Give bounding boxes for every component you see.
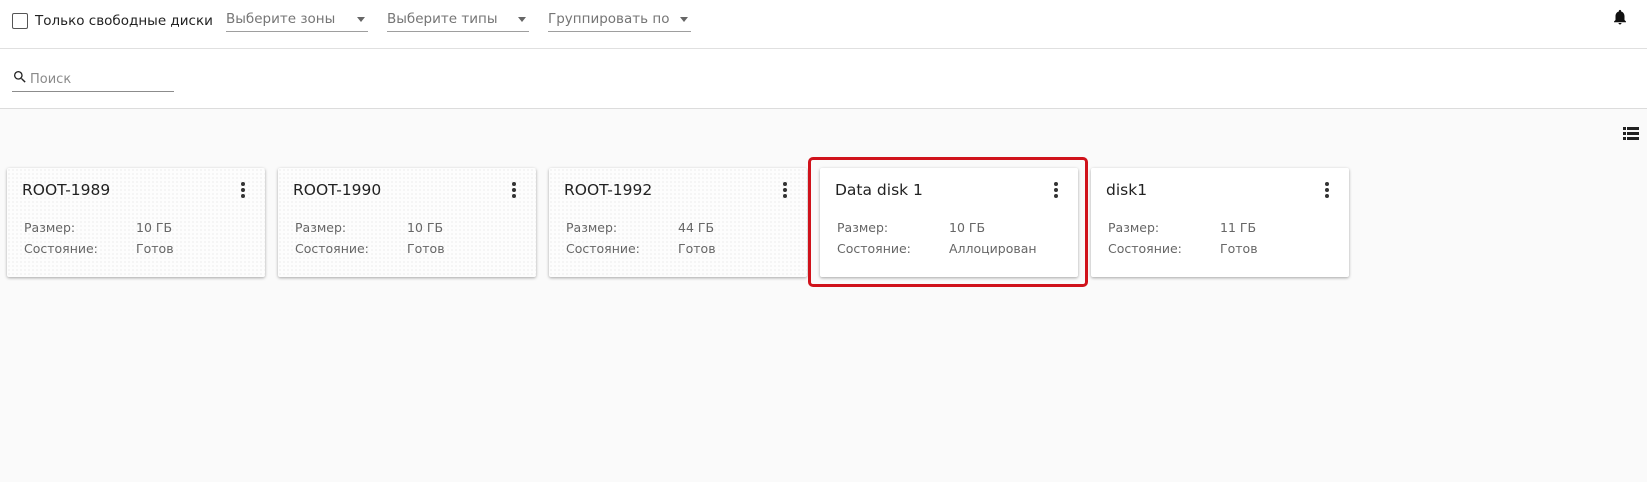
bell-icon[interactable] xyxy=(1611,7,1629,27)
state-label: Состояние: xyxy=(566,241,640,256)
more-vert-icon[interactable] xyxy=(775,180,795,200)
state-value: Готов xyxy=(678,241,716,256)
disk-card[interactable]: disk1 Размер: 11 ГБ Состояние: Готов xyxy=(1091,168,1349,277)
top-filter-bar: Только свободные диски Выберите зоны Выб… xyxy=(0,0,1647,49)
state-label: Состояние: xyxy=(24,241,98,256)
size-value: 10 ГБ xyxy=(407,220,444,235)
state-label: Состояние: xyxy=(1108,241,1182,256)
disk-name: ROOT-1989 xyxy=(22,181,111,199)
zones-select-placeholder: Выберите зоны xyxy=(226,11,336,27)
checkbox-box[interactable] xyxy=(12,13,28,29)
more-vert-icon[interactable] xyxy=(233,180,253,200)
size-value: 11 ГБ xyxy=(1220,220,1257,235)
search-field[interactable] xyxy=(12,68,174,92)
disk-name: ROOT-1992 xyxy=(564,181,653,199)
disk-name: disk1 xyxy=(1106,181,1148,199)
size-label: Размер: xyxy=(24,220,76,235)
more-vert-icon[interactable] xyxy=(504,180,524,200)
state-value: Готов xyxy=(1220,241,1258,256)
size-label: Размер: xyxy=(837,220,889,235)
state-label: Состояние: xyxy=(837,241,911,256)
disk-name: ROOT-1990 xyxy=(293,181,382,199)
search-input[interactable] xyxy=(30,68,170,90)
state-value: Готов xyxy=(407,241,445,256)
chevron-down-icon xyxy=(680,17,688,22)
size-label: Размер: xyxy=(295,220,347,235)
more-vert-icon[interactable] xyxy=(1317,180,1337,200)
disk-name: Data disk 1 xyxy=(835,181,923,199)
state-value: Аллоцирован xyxy=(949,241,1037,256)
size-label: Размер: xyxy=(566,220,618,235)
disk-card[interactable]: Data disk 1 Размер: 10 ГБ Состояние: Алл… xyxy=(820,168,1078,277)
chevron-down-icon xyxy=(357,17,365,22)
free-disks-label[interactable]: Только свободные диски xyxy=(35,13,213,29)
list-view-icon[interactable] xyxy=(1623,127,1639,140)
size-value: 44 ГБ xyxy=(678,220,715,235)
more-vert-icon[interactable] xyxy=(1046,180,1066,200)
zones-select[interactable]: Выберите зоны xyxy=(226,10,368,32)
chevron-down-icon xyxy=(518,17,526,22)
group-by-select-placeholder: Группировать по xyxy=(548,11,670,27)
types-select[interactable]: Выберите типы xyxy=(387,10,529,32)
size-value: 10 ГБ xyxy=(949,220,986,235)
types-select-placeholder: Выберите типы xyxy=(387,11,498,27)
free-disks-checkbox[interactable]: Только свободные диски xyxy=(12,13,213,29)
state-value: Готов xyxy=(136,241,174,256)
search-icon xyxy=(14,71,26,83)
disk-card[interactable]: ROOT-1990 Размер: 10 ГБ Состояние: Готов xyxy=(278,168,536,277)
state-label: Состояние: xyxy=(295,241,369,256)
size-value: 10 ГБ xyxy=(136,220,173,235)
group-by-select[interactable]: Группировать по xyxy=(548,10,691,32)
search-bar xyxy=(0,49,1647,109)
size-label: Размер: xyxy=(1108,220,1160,235)
disk-card[interactable]: ROOT-1989 Размер: 10 ГБ Состояние: Готов xyxy=(7,168,265,277)
disk-card[interactable]: ROOT-1992 Размер: 44 ГБ Состояние: Готов xyxy=(549,168,807,277)
